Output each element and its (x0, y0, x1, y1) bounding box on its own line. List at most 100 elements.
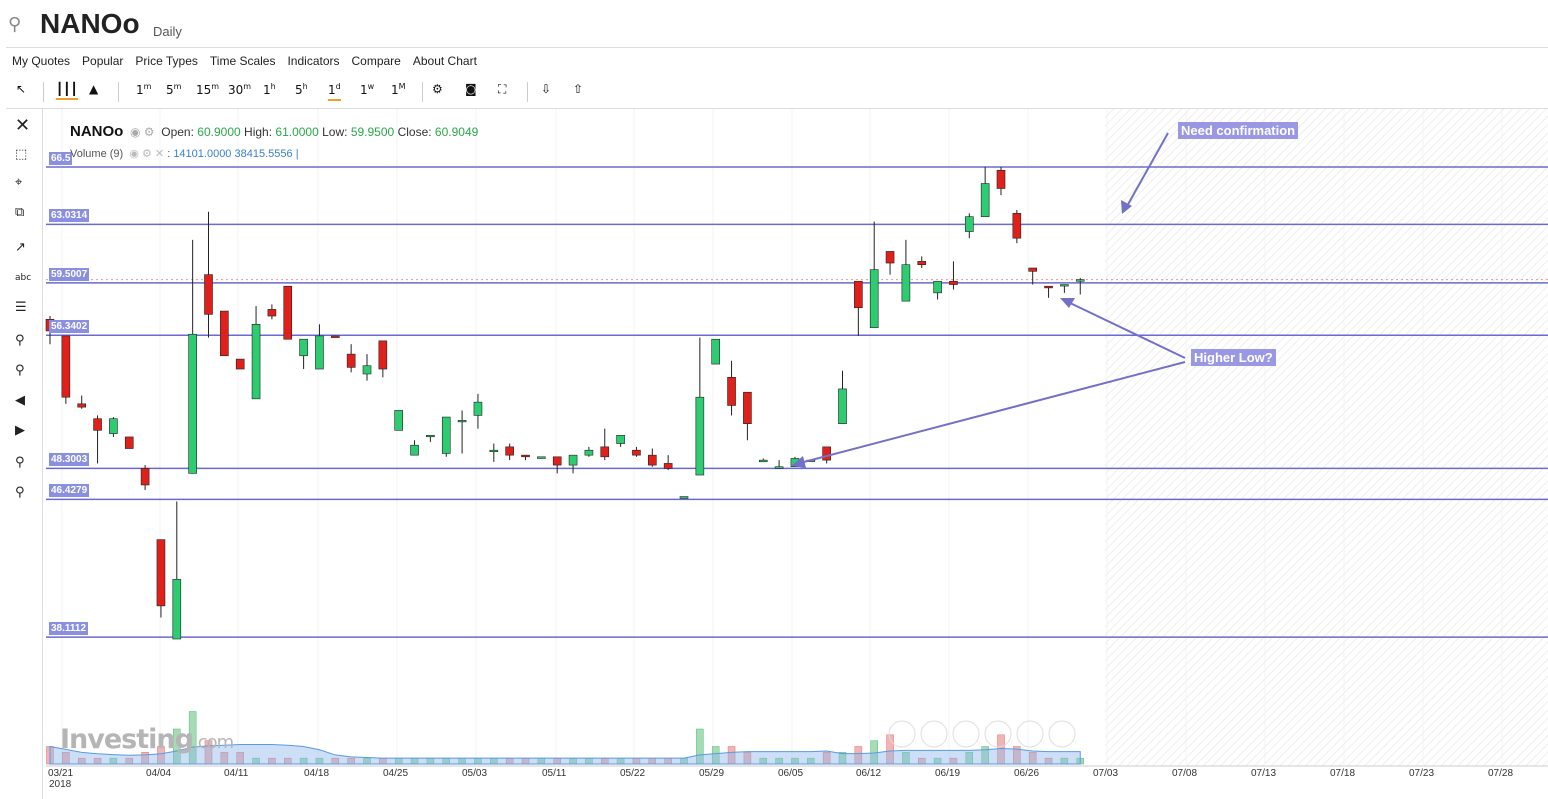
volume-label: Volume (9) (70, 148, 124, 160)
x-tick-label: 07/03 (1093, 768, 1119, 779)
candle[interactable] (632, 449, 641, 456)
close-label: Close: (397, 125, 432, 139)
candle[interactable] (537, 456, 546, 459)
candle[interactable] (394, 410, 404, 431)
x-tick-label: 07/28 (1488, 768, 1514, 779)
nav-zoom-in-icon[interactable] (920, 720, 948, 748)
candle[interactable] (267, 309, 277, 317)
x-tick-label: 04/11 (224, 768, 249, 779)
x-tick-label: 07/13 (1251, 768, 1277, 779)
candle[interactable] (774, 466, 784, 469)
candle[interactable] (251, 324, 261, 400)
candle[interactable] (441, 416, 451, 454)
candle[interactable] (600, 446, 610, 458)
candle[interactable] (584, 449, 594, 456)
candle[interactable] (647, 454, 657, 466)
candle[interactable] (489, 449, 499, 452)
candle[interactable] (854, 280, 863, 309)
candle[interactable] (711, 338, 721, 365)
candle[interactable] (473, 401, 483, 416)
volume-ma-value: 38415.5556 (234, 148, 293, 160)
level-label: 46.4279 (49, 484, 90, 498)
candle[interactable] (743, 391, 752, 424)
nav-back-icon[interactable] (888, 720, 916, 748)
candle[interactable] (235, 358, 245, 370)
volume-visibility-icon[interactable]: ◉ ⚙ ✕ (126, 148, 164, 160)
candle[interactable] (283, 285, 293, 340)
candle[interactable] (140, 468, 150, 486)
candle[interactable] (616, 434, 625, 444)
candle[interactable] (410, 444, 419, 456)
candle[interactable] (362, 365, 372, 375)
candle[interactable] (93, 418, 102, 431)
legend-symbol: NANOo (70, 123, 124, 140)
candle[interactable] (568, 454, 578, 466)
candle[interactable] (933, 280, 942, 294)
candle[interactable] (220, 310, 229, 357)
candle[interactable] (521, 454, 530, 458)
candle[interactable] (299, 338, 308, 357)
candle[interactable] (727, 377, 736, 406)
candle[interactable] (505, 446, 514, 456)
price-chart[interactable] (0, 0, 1548, 799)
annotation-higher-low[interactable]: Higher Low? (1191, 349, 1276, 366)
candle[interactable] (695, 396, 705, 476)
volume-value: 14101.0000 (173, 148, 232, 160)
candle[interactable] (315, 335, 324, 370)
candle[interactable] (1028, 267, 1037, 272)
candle[interactable] (552, 456, 562, 466)
candle[interactable] (61, 335, 71, 398)
candle[interactable] (949, 280, 958, 285)
close-value: 60.9049 (434, 125, 479, 139)
nav-forward-icon[interactable] (1048, 720, 1076, 748)
x-tick-label: 06/19 (935, 768, 961, 779)
candle[interactable] (980, 183, 990, 217)
level-label: 59.5007 (49, 267, 90, 281)
candle[interactable] (124, 436, 134, 449)
candle[interactable] (1075, 279, 1085, 282)
high-value: 61.0000 (275, 125, 319, 139)
candle[interactable] (679, 496, 689, 499)
candle[interactable] (172, 579, 182, 640)
x-tick-label: 03/21 (48, 768, 74, 779)
candle[interactable] (457, 420, 467, 423)
nav-zoom-out-icon[interactable] (952, 720, 980, 748)
level-label: 48.3003 (49, 453, 90, 467)
low-value: 59.9500 (350, 125, 395, 139)
candle[interactable] (77, 403, 86, 408)
candle[interactable] (1044, 285, 1053, 289)
x-tick-label: 05/29 (699, 768, 725, 779)
candle[interactable] (885, 251, 895, 264)
candle[interactable] (346, 353, 356, 368)
candle[interactable] (901, 264, 911, 302)
high-label: High: (244, 125, 273, 139)
candle[interactable] (822, 446, 831, 461)
visibility-icon[interactable]: ◉ ⚙ (127, 125, 158, 139)
candle[interactable] (964, 216, 974, 232)
candle[interactable] (1060, 284, 1069, 287)
candle[interactable] (1012, 213, 1022, 239)
x-tick-label: 04/04 (146, 768, 172, 779)
candle[interactable] (917, 261, 927, 265)
x-tick-label: 07/08 (1172, 768, 1198, 779)
candle[interactable] (330, 335, 340, 338)
x-tick-label: 05/22 (620, 768, 646, 779)
candle[interactable] (378, 340, 388, 370)
candle[interactable] (996, 169, 1006, 189)
annotation-need-confirmation[interactable]: Need confirmation (1178, 122, 1299, 139)
level-label: 56.3402 (49, 320, 90, 334)
volume-separator: : (167, 148, 171, 160)
candle[interactable] (869, 269, 879, 328)
candle[interactable] (156, 539, 166, 607)
nav-fit-icon[interactable] (1016, 720, 1044, 748)
candle[interactable] (188, 333, 197, 474)
arrowhead-higher-low-upper (1060, 298, 1075, 308)
x-tick-label: 07/18 (1330, 768, 1356, 779)
candle[interactable] (663, 463, 673, 469)
candle[interactable] (204, 274, 213, 315)
candle[interactable] (426, 434, 435, 438)
candle[interactable] (109, 418, 118, 434)
candle[interactable] (758, 459, 768, 463)
candle[interactable] (838, 388, 847, 424)
navigation-controls (888, 720, 1076, 748)
